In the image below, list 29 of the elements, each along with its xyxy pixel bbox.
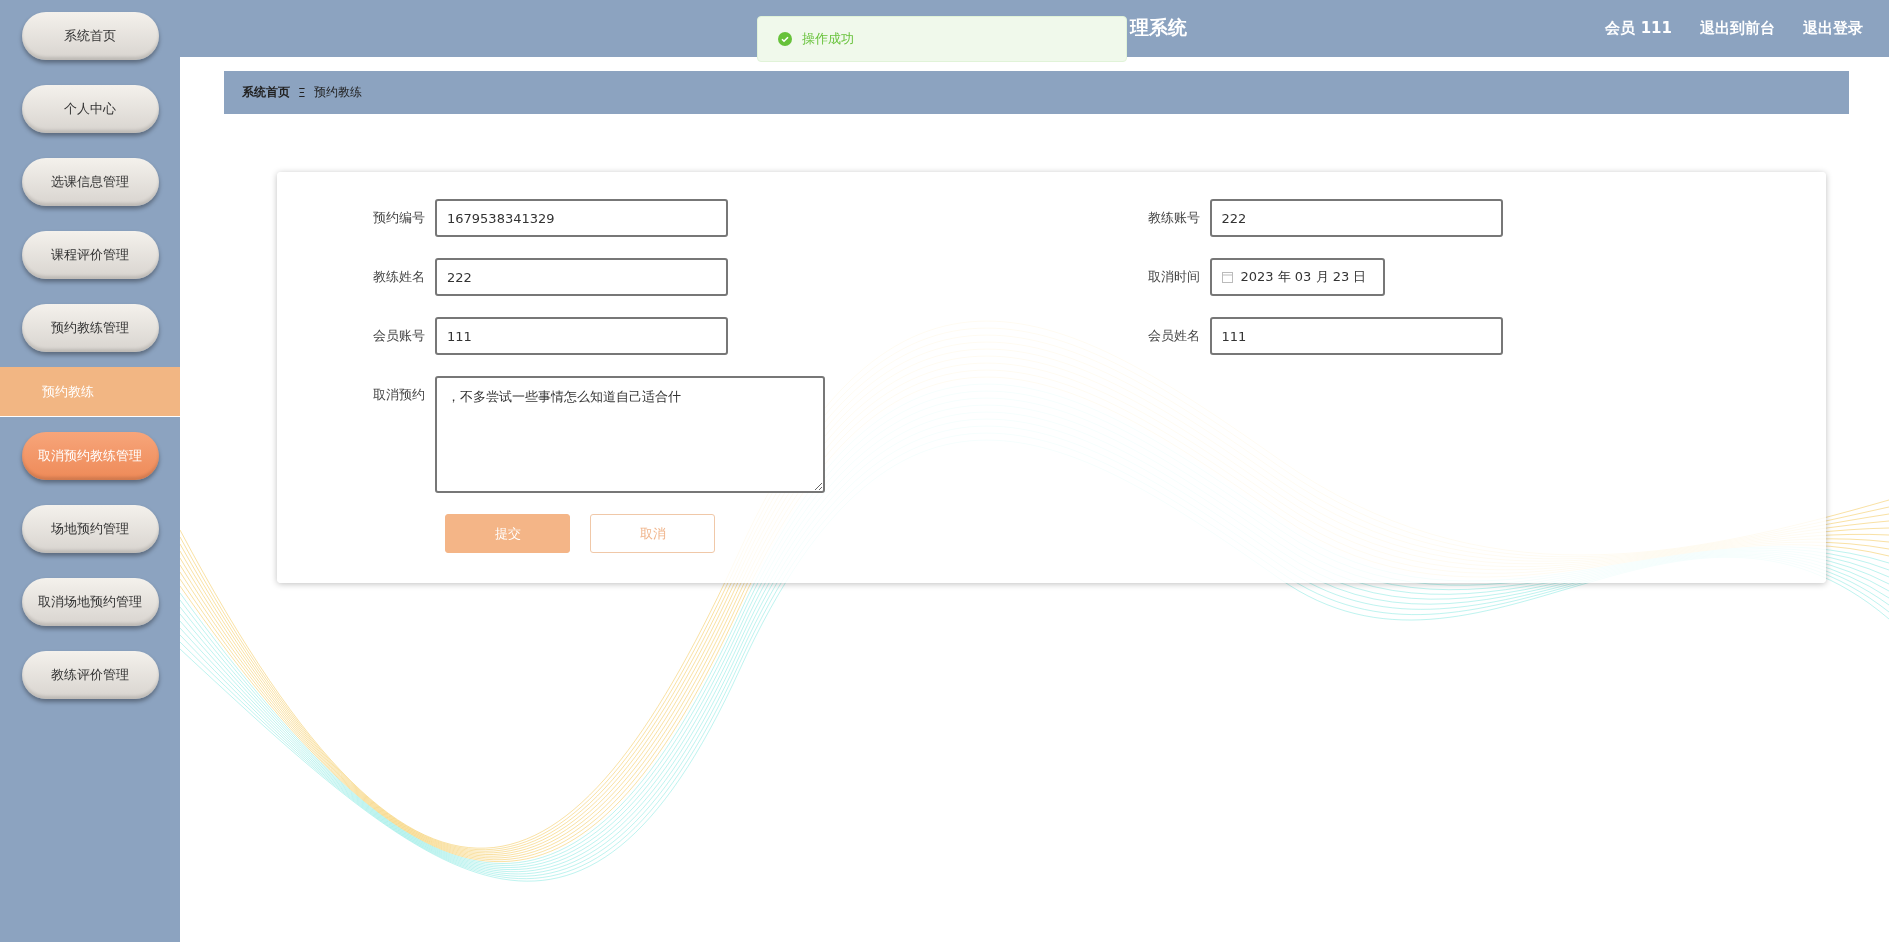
field-label: 教练姓名 [372, 268, 426, 286]
field-label: 教练账号 [1146, 209, 1201, 227]
menu-item[interactable]: 预约教练管理 [21, 304, 159, 352]
breadcrumb-separator: Ξ [298, 85, 306, 100]
input-field[interactable]: 111 [1209, 317, 1503, 355]
input-field[interactable]: 1679538341329 [435, 199, 728, 237]
breadcrumb-item[interactable]: 系统首页 [242, 84, 290, 101]
input-field[interactable]: 111 [435, 317, 728, 355]
check-icon [778, 32, 792, 46]
menu-item[interactable]: 教练评价管理 [21, 651, 159, 699]
success-toast: 操作成功 [757, 16, 1127, 62]
field-label: 取消时间 [1146, 268, 1201, 286]
menu-item[interactable]: 课程评价管理 [21, 231, 159, 279]
field-label: 取消预约 [372, 386, 426, 404]
menu-item[interactable]: 场地预约管理 [21, 505, 159, 553]
menu-item[interactable]: 个人中心 [21, 85, 159, 133]
field-label: 会员账号 [372, 327, 426, 345]
breadcrumb-item: 预约教练 [313, 84, 362, 101]
field-label: 预约编号 [372, 209, 426, 227]
calendar-icon [1221, 271, 1233, 283]
system-title: 理系统 [1130, 15, 1187, 40]
input-field[interactable]: 222 [1209, 199, 1503, 237]
field-label: 会员姓名 [1146, 327, 1201, 345]
menu-item[interactable]: 系统首页 [21, 12, 159, 60]
menu-item[interactable]: 选课信息管理 [21, 158, 159, 206]
input-field[interactable]: 222 [435, 258, 728, 296]
date-field[interactable]: 2023 年 03 月 23 日 [1209, 258, 1385, 296]
text-area[interactable]: ，不多尝试一些事情怎么知道自己适合什 [435, 376, 825, 493]
menu-item[interactable]: 取消场地预约管理 [21, 578, 159, 626]
